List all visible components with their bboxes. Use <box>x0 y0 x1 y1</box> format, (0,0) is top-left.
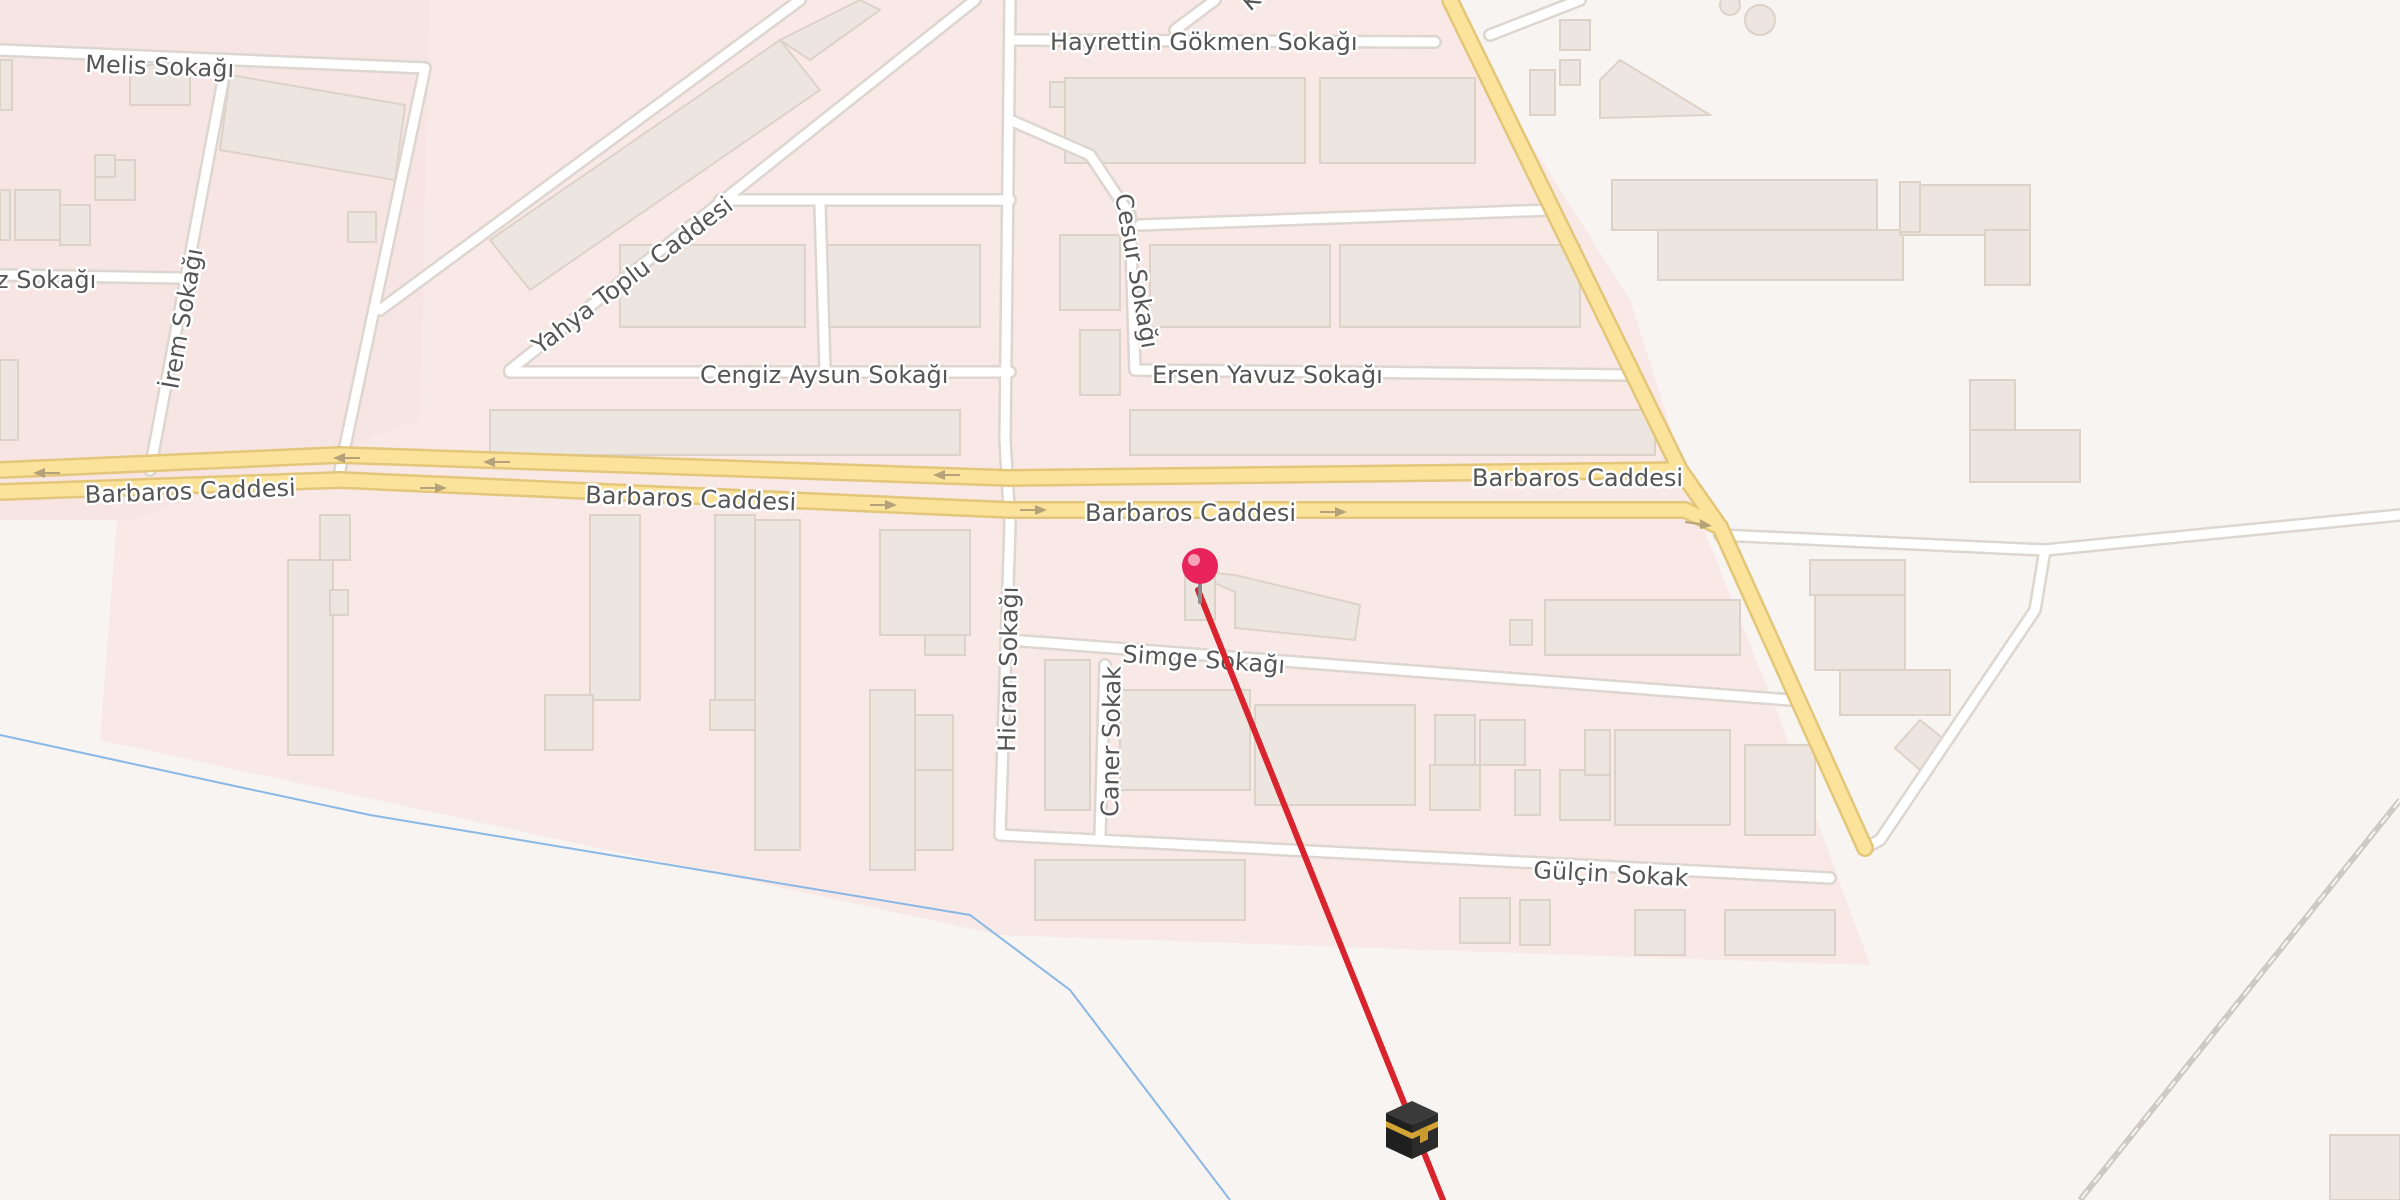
street-label-hicran: Hicran Sokağı <box>993 586 1024 752</box>
street-label-z: z Sokağı <box>0 266 96 294</box>
map-canvas[interactable]: Melis Sokağı z Sokağı İrem Sokağı Yahya … <box>0 0 2400 1200</box>
street-label-caner: Caner Sokak <box>1096 666 1127 818</box>
street-label-barbaros-4: Barbaros Caddesi <box>1085 499 1296 527</box>
street-label-hayrettin-gokmen: Hayrettin Gökmen Sokağı <box>1050 28 1358 56</box>
street-label-melis: Melis Sokağı <box>85 50 235 83</box>
kaaba-icon[interactable] <box>1386 1101 1438 1159</box>
street-label-barbaros-1: Barbaros Caddesi <box>1472 464 1683 492</box>
street-label-cengiz-aysun: Cengiz Aysun Sokağı <box>700 361 948 389</box>
street-label-ersen-yavuz: Ersen Yavuz Sokağı <box>1152 361 1383 389</box>
